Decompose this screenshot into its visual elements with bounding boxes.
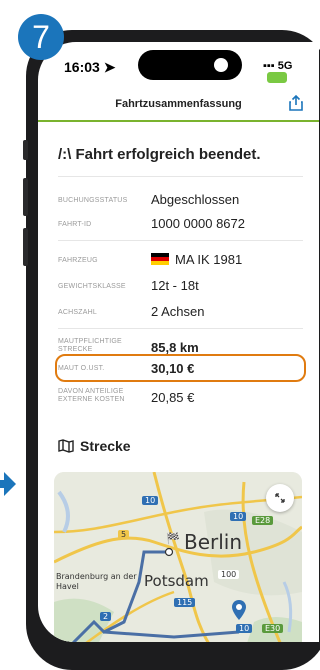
status-time: 16:03 ➤ (64, 59, 116, 75)
detail-value: MA IK 1981 (151, 252, 242, 267)
detail-label: DAVON ANTEILIGE EXTERNE KOSTEN (58, 388, 125, 403)
divider (58, 240, 303, 241)
status-bar: 16:03 ➤ ▪▪▪ 5G (38, 42, 319, 86)
detail-value: 2 Achsen (151, 304, 205, 319)
phone-button (23, 178, 28, 216)
detail-value: 1000 0000 8672 (151, 216, 245, 231)
germany-flag-icon (151, 253, 169, 265)
map-city-label: Potsdam (144, 572, 209, 590)
expand-map-button[interactable] (266, 484, 294, 512)
map-city-label: Brandenburg an der Havel (56, 572, 137, 591)
signal-icon: ▪▪▪ (263, 60, 275, 72)
route-map[interactable]: Berlin Potsdam Brandenburg an der Havel … (54, 472, 302, 642)
road-shield: E28 (252, 516, 274, 525)
detail-label: ACHSZAHL (58, 309, 97, 316)
road-shield: 2 (100, 612, 112, 621)
road-shield: 100 (218, 570, 240, 579)
map-canvas (54, 472, 302, 642)
success-icon: /:\ (58, 146, 72, 163)
app-header: Fahrtzusammenfassung (38, 86, 319, 122)
page-title: Fahrtzusammenfassung (115, 98, 242, 110)
success-message: /:\ Fahrt erfolgreich beendet. (58, 146, 261, 163)
share-icon[interactable] (287, 94, 305, 112)
road-shield: 5 (118, 530, 130, 539)
success-text: Fahrt erfolgreich beendet. (75, 146, 261, 163)
divider (58, 328, 303, 329)
location-pin-icon (232, 600, 246, 620)
detail-label: MAUTPFLICHTIGE STRECKE (58, 338, 122, 353)
detail-value: 12t - 18t (151, 278, 199, 293)
divider (58, 176, 303, 177)
detail-value: 30,10 € (151, 361, 195, 376)
detail-label: GEWICHTSKLASSE (58, 283, 126, 290)
detail-label: MAUT O.UST. (58, 365, 105, 372)
phone-button (23, 140, 28, 160)
phone-button (23, 228, 28, 266)
road-shield: 115 (174, 598, 196, 607)
detail-value: Abgeschlossen (151, 192, 240, 207)
road-shield: E30 (262, 624, 284, 633)
route-heading: Strecke (58, 438, 131, 454)
detail-label: FAHRT-ID (58, 221, 92, 228)
status-indicators: ▪▪▪ 5G (263, 60, 319, 85)
road-shield: 10 (142, 496, 159, 505)
road-shield: 10 (230, 512, 247, 521)
detail-value: 85,8 km (151, 340, 199, 355)
detail-label: FAHRZEUG (58, 257, 98, 264)
app-screen: 16:03 ➤ ▪▪▪ 5G Fahrtzusammenfassung /:\ … (38, 42, 319, 642)
detail-value: 20,85 € (151, 390, 195, 405)
detail-label: BUCHUNGSSTATUS (58, 197, 128, 204)
step-badge: 7 (18, 14, 64, 60)
map-city-label: Berlin (184, 530, 243, 554)
arrow-right-icon (0, 472, 16, 496)
network-label: 5G (277, 60, 293, 72)
dynamic-island (138, 50, 242, 80)
expand-icon (275, 493, 285, 503)
checkered-flag-icon: 🏁 (166, 532, 180, 545)
map-icon (58, 439, 74, 453)
road-shield: 10 (236, 624, 253, 633)
battery-icon (267, 72, 287, 83)
